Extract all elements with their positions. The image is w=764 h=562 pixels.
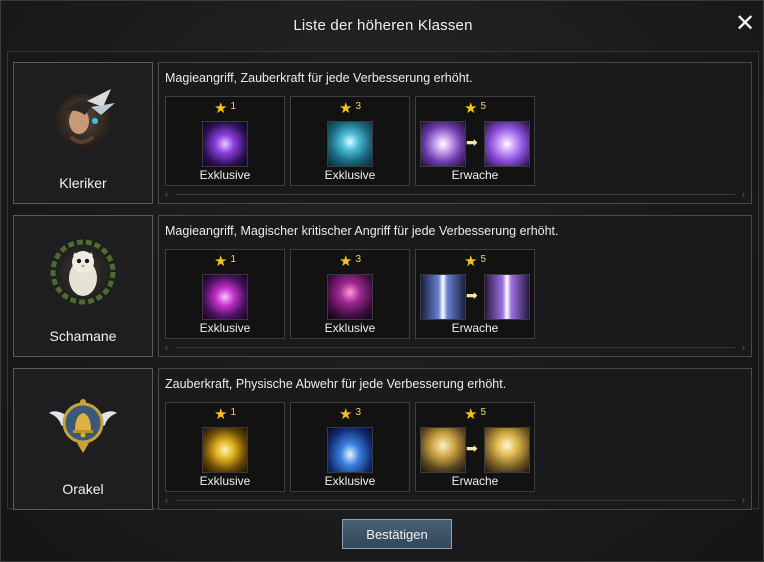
slot-label: Exklusive [324,321,376,335]
skill-slot-5-star[interactable]: ★ 5 ➡ Erwache [415,96,535,186]
class-description: Zauberkraft, Physische Abwehr für jede V… [165,377,507,391]
horizontal-scrollbar[interactable]: ‹ › [165,189,745,199]
blue-pillar-skill-icon [327,427,373,473]
scroll-left-icon[interactable]: ‹ [165,189,168,199]
class-detail-panel: Magieangriff, Magischer kritischer Angri… [158,215,752,357]
skill-slot-3-star[interactable]: ★ 3 Exklusive [290,402,410,492]
star-icon: ★ [213,253,228,270]
skill-slot-1-star[interactable]: ★ 1 Exklusive [165,96,285,186]
star-count: 1 [230,407,236,418]
star-count: 3 [355,101,361,112]
golden-warrior-glow-skill-icon [484,427,530,473]
cleric-portrait-icon [45,81,121,157]
confirm-button[interactable]: Bestätigen [342,519,452,549]
star-count: 5 [480,101,486,112]
advanced-class-dialog: Liste der höheren Klassen ✕ Kleriker Mag… [0,0,764,562]
magenta-spirit-skill-icon [327,274,373,320]
arrow-right-icon: ➡ [466,287,478,303]
title-bar: Liste der höheren Klassen ✕ [1,1,764,49]
skill-slot-3-star[interactable]: ★ 3 Exklusive [290,249,410,339]
star-icon: ★ [338,406,353,423]
skill-slot-1-star[interactable]: ★ 1 Exklusive [165,402,285,492]
star-count: 1 [230,101,236,112]
horizontal-scrollbar[interactable]: ‹ › [165,495,745,505]
star-icon: ★ [463,406,478,423]
slot-label: Exklusive [324,474,376,488]
class-name: Orakel [62,481,104,497]
class-row-orakel: Orakel Zauberkraft, Physische Abwehr für… [13,368,753,510]
class-name: Kleriker [59,175,107,191]
arrow-right-icon: ➡ [466,440,478,456]
star-count: 3 [355,254,361,265]
slot-label: Erwache [451,321,499,335]
class-card-kleriker: Kleriker [13,62,153,204]
class-card-schamane: Schamane [13,215,153,357]
light-beam-violet-skill-icon [484,274,530,320]
skill-slot-5-star[interactable]: ★ 5 ➡ Erwache [415,249,535,339]
star-icon: ★ [213,100,228,117]
arrow-right-icon: ➡ [466,134,478,150]
blue-aura-skill-icon [327,121,373,167]
class-description: Magieangriff, Magischer kritischer Angri… [165,224,559,238]
purple-orb-skill-icon [202,121,248,167]
star-icon: ★ [338,253,353,270]
slot-label: Exklusive [199,321,251,335]
class-description: Magieangriff, Zauberkraft für jede Verbe… [165,71,473,85]
violet-star-burst-skill-icon [484,121,530,167]
scroll-right-icon[interactable]: › [742,342,745,352]
class-row-kleriker: Kleriker Magieangriff, Zauberkraft für j… [13,62,753,204]
class-row-schamane: Schamane Magieangriff, Magischer kritisc… [13,215,753,357]
star-icon: ★ [338,100,353,117]
horizontal-scrollbar[interactable]: ‹ › [165,342,745,352]
light-beam-skill-icon [420,274,466,320]
golden-warrior-skill-icon [420,427,466,473]
slot-label: Erwache [451,474,499,488]
star-count: 3 [355,407,361,418]
slot-label: Exklusive [199,474,251,488]
skill-slot-3-star[interactable]: ★ 3 Exklusive [290,96,410,186]
slot-label: Exklusive [199,168,251,182]
class-detail-panel: Magieangriff, Zauberkraft für jede Verbe… [158,62,752,204]
scroll-left-icon[interactable]: ‹ [165,342,168,352]
star-count: 5 [480,254,486,265]
magenta-rune-skill-icon [202,274,248,320]
class-detail-panel: Zauberkraft, Physische Abwehr für jede V… [158,368,752,510]
winged-bell-emblem-icon [45,387,121,463]
golden-sphere-skill-icon [202,427,248,473]
star-count: 1 [230,254,236,265]
violet-burst-skill-icon [420,121,466,167]
slot-label: Erwache [451,168,499,182]
star-icon: ★ [463,100,478,117]
dialog-title: Liste der höheren Klassen [293,16,473,34]
slot-label: Exklusive [324,168,376,182]
scroll-left-icon[interactable]: ‹ [165,495,168,505]
close-icon[interactable]: ✕ [735,12,755,36]
class-card-orakel: Orakel [13,368,153,510]
skill-slot-1-star[interactable]: ★ 1 Exklusive [165,249,285,339]
owl-emblem-icon [45,234,121,310]
star-icon: ★ [463,253,478,270]
scroll-right-icon[interactable]: › [742,495,745,505]
class-name: Schamane [49,328,117,344]
star-count: 5 [480,407,486,418]
skill-slot-5-star[interactable]: ★ 5 ➡ Erwache [415,402,535,492]
scroll-right-icon[interactable]: › [742,189,745,199]
star-icon: ★ [213,406,228,423]
